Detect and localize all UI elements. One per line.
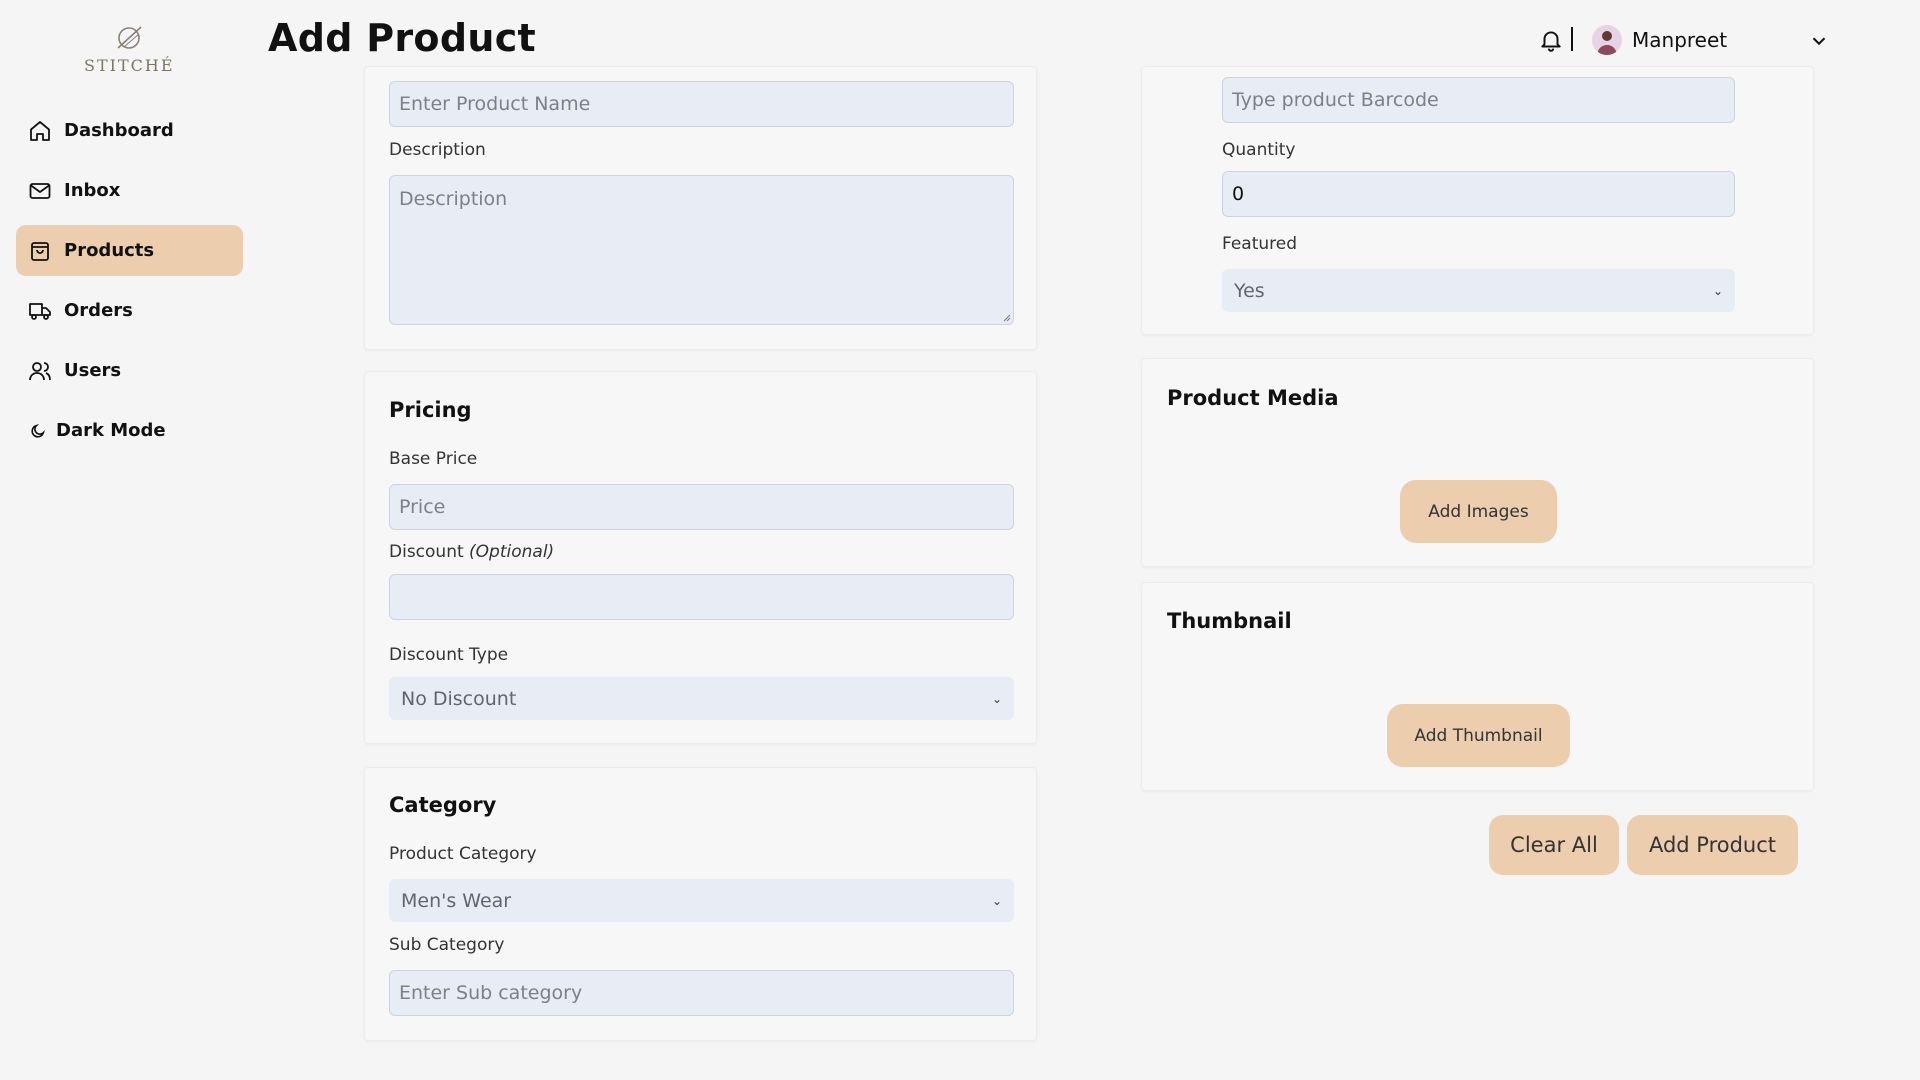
quantity-input[interactable]: 0 [1222, 171, 1735, 217]
product-media-title: Product Media [1167, 386, 1339, 410]
page-title: Add Product [268, 16, 536, 60]
chevron-down-icon[interactable] [1808, 30, 1830, 52]
discount-optional-text: (Optional) [469, 542, 555, 562]
thumbnail-card: Thumbnail Add Thumbnail [1141, 582, 1814, 791]
quantity-label: Quantity [1222, 140, 1296, 160]
sidebar-item-inbox[interactable]: Inbox [16, 165, 243, 216]
logo-thread-icon [117, 26, 142, 49]
add-product-button[interactable]: Add Product [1627, 815, 1798, 875]
add-images-button[interactable]: Add Images [1400, 480, 1557, 543]
product-category-value: Men's Wear [401, 889, 512, 912]
sidebar-item-label: Inbox [64, 180, 121, 201]
price-input[interactable]: Price [389, 484, 1014, 530]
product-category-label: Product Category [389, 844, 537, 864]
base-price-label: Base Price [389, 449, 478, 469]
moon-icon [31, 423, 45, 438]
sidebar-item-products[interactable]: Products [16, 225, 243, 276]
user-avatar-icon [1597, 31, 1617, 55]
product-name-input[interactable]: Enter Product Name [389, 81, 1014, 127]
description-label: Description [389, 140, 486, 160]
discount-type-value: No Discount [401, 687, 517, 710]
select-caret-icon: ⌄ [1712, 283, 1723, 298]
sidebar-item-orders[interactable]: Orders [16, 285, 243, 336]
sidebar-item-users[interactable]: Users [16, 345, 243, 396]
bell-icon[interactable] [1538, 27, 1564, 53]
barcode-input[interactable]: Type product Barcode [1222, 77, 1735, 123]
pricing-card: Pricing Base Price Price Discount (Optio… [364, 371, 1037, 744]
inventory-card: Type product Barcode Quantity 0 Featured… [1141, 66, 1814, 335]
discount-label-text: Discount [389, 542, 464, 562]
featured-label: Featured [1222, 234, 1298, 254]
discount-type-label: Discount Type [389, 645, 509, 665]
sidebar-item-dashboard[interactable]: Dashboard [16, 105, 243, 156]
sidebar-item-label: Dashboard [64, 120, 174, 141]
shopping-bag-icon [31, 241, 49, 261]
brand-name: STITCHÉ [84, 56, 175, 75]
clear-all-button[interactable]: Clear All [1489, 815, 1619, 875]
featured-value: Yes [1234, 279, 1265, 302]
sidebar-item-label: Dark Mode [56, 420, 166, 441]
sidebar: STITCHÉ Dashboard Inbox Products Orders … [0, 0, 260, 1080]
user-name[interactable]: Manpreet [1632, 28, 1727, 52]
description-textarea[interactable]: Description [389, 175, 1014, 325]
discount-type-select[interactable]: No Discount ⌄ [389, 677, 1014, 720]
pricing-title: Pricing [389, 398, 472, 422]
add-thumbnail-button[interactable]: Add Thumbnail [1387, 704, 1570, 767]
general-info-card: Enter Product Name Description Descripti… [364, 66, 1037, 350]
discount-input[interactable] [389, 574, 1014, 620]
sidebar-item-label: Products [64, 240, 155, 261]
dark-mode-toggle[interactable]: Dark Mode [16, 405, 243, 456]
brand-logo[interactable]: STITCHÉ [84, 24, 174, 75]
product-category-select[interactable]: Men's Wear ⌄ [389, 879, 1014, 922]
featured-select[interactable]: Yes ⌄ [1222, 269, 1735, 312]
truck-icon [29, 302, 51, 320]
resize-handle-icon[interactable] [1003, 314, 1011, 322]
product-media-card: Product Media Add Images [1141, 358, 1814, 567]
avatar[interactable] [1592, 25, 1622, 55]
sub-category-input[interactable]: Enter Sub category [389, 970, 1014, 1016]
discount-label: Discount (Optional) [389, 542, 554, 562]
users-icon [29, 361, 51, 380]
sidebar-item-label: Users [64, 360, 122, 381]
select-caret-icon: ⌄ [991, 893, 1002, 908]
home-icon [30, 120, 50, 141]
mail-icon [29, 182, 51, 199]
category-card: Category Product Category Men's Wear ⌄ S… [364, 767, 1037, 1041]
thumbnail-title: Thumbnail [1167, 609, 1292, 633]
description-placeholder: Description [399, 188, 508, 210]
category-title: Category [389, 793, 497, 817]
sub-category-label: Sub Category [389, 935, 505, 955]
select-caret-icon: ⌄ [991, 691, 1002, 706]
header-divider [1571, 27, 1573, 51]
sidebar-item-label: Orders [64, 300, 133, 321]
